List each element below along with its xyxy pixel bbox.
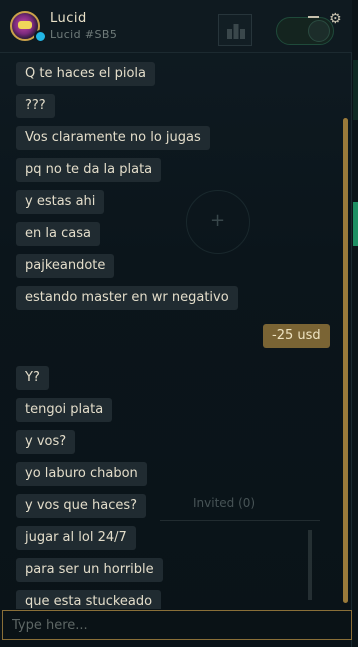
received-message-bubble: tengoi plata	[16, 398, 113, 422]
sent-message-bubble: -25 usd	[263, 324, 330, 348]
received-message-bubble: y vos?	[16, 430, 76, 454]
chat-window: + Invited (0) Lucid Lucid #SB5 ⚙ Q te ha…	[0, 0, 358, 647]
message-input[interactable]	[3, 611, 351, 639]
party-icon	[227, 24, 245, 39]
friend-tag: Lucid #SB5	[50, 28, 118, 41]
received-message-bubble: y vos que haces?	[16, 494, 147, 518]
received-message-bubble: ???	[16, 94, 55, 118]
chat-scrollbar[interactable]	[343, 118, 348, 603]
chat-toggle-switch[interactable]	[276, 17, 334, 45]
received-message-bubble: pajkeandote	[16, 254, 115, 278]
received-message-bubble: pq no te da la plata	[16, 158, 162, 182]
gear-icon[interactable]: ⚙	[329, 12, 342, 26]
status-online-icon	[34, 30, 47, 43]
message-input-container	[2, 610, 352, 640]
received-message-bubble: en la casa	[16, 222, 100, 246]
avatar-face	[18, 21, 32, 29]
window-edge-accent-top	[353, 60, 358, 120]
party-button[interactable]	[218, 14, 252, 46]
received-message-bubble: y estas ahi	[16, 190, 105, 214]
received-message-bubble: Q te haces el piola	[16, 62, 155, 86]
chat-header: Lucid Lucid #SB5 ⚙	[0, 0, 352, 53]
received-message-bubble: para ser un horrible	[16, 558, 163, 582]
message-list[interactable]: Q te haces el piola??? Vos claramente no …	[0, 54, 340, 609]
received-message-bubble: jugar al lol 24/7	[16, 526, 136, 550]
received-message-bubble: Y?	[16, 366, 49, 390]
window-edge-accent	[353, 202, 358, 246]
toggle-knob	[308, 20, 330, 42]
received-message-bubble: yo laburo chabon	[16, 462, 147, 486]
received-message-bubble: que esta stuckeado	[16, 590, 162, 609]
received-message-bubble: estando master en wr negativo	[16, 286, 238, 310]
received-message-bubble: Vos claramente no lo jugas	[16, 126, 210, 150]
minimize-icon[interactable]	[308, 16, 319, 18]
friend-name[interactable]: Lucid	[50, 11, 87, 26]
